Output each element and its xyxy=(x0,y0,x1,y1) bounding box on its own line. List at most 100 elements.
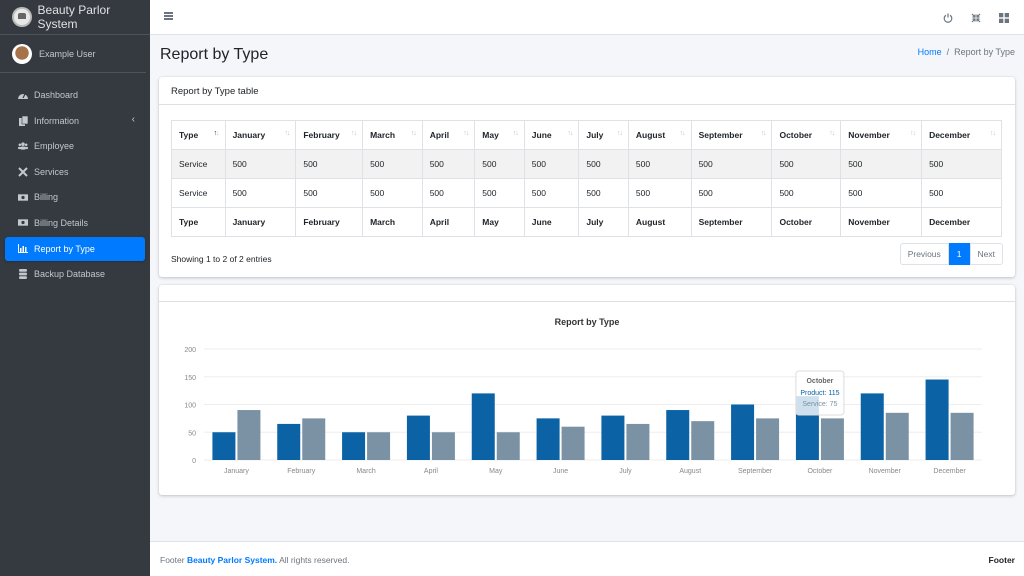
column-header-august[interactable]: August ↑↓ xyxy=(627,120,692,150)
column-header-january[interactable]: January ↑↓ xyxy=(224,120,297,150)
column-footer-november: November xyxy=(840,207,923,237)
sort-icon[interactable]: ↑↓ xyxy=(680,130,686,137)
column-header-july[interactable]: July ↑↓ xyxy=(578,120,629,150)
bar-service-september xyxy=(756,418,780,460)
table-cell: 500 xyxy=(840,178,923,208)
report-chart-card: Report by Type 0 50 100 150 200 January Februar… xyxy=(159,285,1015,495)
x-tick-label: April xyxy=(424,468,438,475)
column-header-december[interactable]: December ↑↓ xyxy=(921,120,1002,150)
tooltip-line-product: Product: 115 xyxy=(800,390,839,397)
bar-service-july xyxy=(626,423,650,460)
sidebar-item-dashboard[interactable]: Dashboard xyxy=(5,83,145,107)
column-header-april[interactable]: April ↑↓ xyxy=(421,120,476,150)
column-header-label: February xyxy=(303,130,340,140)
sidebar-item-employee[interactable]: Employee xyxy=(5,134,145,158)
previous-page-button[interactable]: Previous xyxy=(899,243,949,265)
y-tick-label: 200 xyxy=(184,347,196,354)
users-icon xyxy=(18,141,28,151)
sidebar-item-backup-database[interactable]: Backup Database xyxy=(5,262,145,286)
column-header-february[interactable]: February ↑↓ xyxy=(295,120,364,150)
x-tick-label: November xyxy=(869,468,902,475)
table-cell: 500 xyxy=(295,178,364,208)
column-header-may[interactable]: May ↑↓ xyxy=(474,120,525,150)
bar-service-november xyxy=(885,412,909,460)
footer-copyright: Footer Beauty Parlor System. All rights … xyxy=(160,555,349,565)
page-1-button[interactable]: 1 xyxy=(948,243,970,265)
bar-service-december xyxy=(950,412,974,460)
bar-service-october xyxy=(820,418,844,460)
tachometer-icon xyxy=(18,90,28,100)
sort-icon[interactable]: ↑↓ xyxy=(829,130,835,137)
user-panel[interactable]: Example User xyxy=(0,35,146,73)
sidebar-item-information[interactable]: Information ‹ xyxy=(5,109,145,133)
money-bill-icon xyxy=(18,192,28,202)
column-footer-type: Type xyxy=(171,207,226,237)
bar-product-march xyxy=(342,432,366,460)
pagination: Previous 1 Next xyxy=(899,243,1003,265)
x-tick-label: February xyxy=(287,468,316,475)
bar-service-february xyxy=(302,418,326,460)
column-header-type[interactable]: Type ↑↓ xyxy=(171,120,226,150)
x-tick-label: July xyxy=(619,468,632,475)
next-page-button[interactable]: Next xyxy=(969,243,1003,265)
grid-icon[interactable] xyxy=(990,0,1018,35)
column-header-label: June xyxy=(531,130,552,140)
column-header-september[interactable]: September ↑↓ xyxy=(690,120,773,150)
column-footer-september: September xyxy=(690,207,773,237)
sidebar-nav: Dashboard Information ‹ Employee Service… xyxy=(0,83,150,286)
sort-icon[interactable]: ↑↓ xyxy=(990,130,996,137)
breadcrumb-home-link[interactable]: Home xyxy=(918,47,942,57)
bar-product-june xyxy=(536,418,560,460)
sidebar-item-services[interactable]: Services xyxy=(5,160,145,184)
footer-brand-link[interactable]: Beauty Parlor System. xyxy=(187,555,277,565)
page-title: Report by Type xyxy=(160,46,269,63)
column-header-label: May xyxy=(482,130,499,140)
sidebar-item-billing[interactable]: Billing xyxy=(5,185,145,209)
bar-product-july xyxy=(601,415,625,460)
sort-icon[interactable]: ↑↓ xyxy=(411,130,417,137)
tools-icon xyxy=(18,167,28,177)
sort-icon[interactable]: ↑↓ xyxy=(513,130,519,137)
sort-icon[interactable]: ↑↓ xyxy=(617,130,623,137)
column-footer-july: July xyxy=(578,207,629,237)
bar-product-february xyxy=(277,423,301,460)
compress-icon[interactable] xyxy=(962,0,990,35)
sort-icon[interactable]: ↑↓ xyxy=(351,130,357,137)
sort-icon[interactable]: ↑↓ xyxy=(463,130,469,137)
column-header-november[interactable]: November ↑↓ xyxy=(840,120,923,150)
bar-service-august xyxy=(691,421,715,460)
menu-icon[interactable] xyxy=(164,12,173,20)
tooltip-line-service: Service: 75 xyxy=(802,401,837,408)
table-cell: 500 xyxy=(295,149,364,179)
power-icon[interactable] xyxy=(934,0,962,35)
column-footer-december: December xyxy=(921,207,1002,237)
database-icon xyxy=(18,269,28,280)
column-header-label: December xyxy=(929,130,971,140)
sort-icon[interactable]: ↑↓ xyxy=(760,130,766,137)
y-tick-label: 0 xyxy=(192,458,196,465)
y-tick-label: 150 xyxy=(184,375,196,382)
column-header-june[interactable]: June ↑↓ xyxy=(523,120,580,150)
brand-link[interactable]: Beauty Parlor System xyxy=(0,0,150,35)
table-row: Service 500 500 500 500 500 500 500 500 500 500 500… xyxy=(171,178,1002,208)
table-cell: 500 xyxy=(421,178,476,208)
sort-icon[interactable]: ↑↓ xyxy=(284,130,290,137)
sidebar-item-report-by-type[interactable]: Report by Type xyxy=(5,236,145,261)
sort-icon[interactable]: ↑↓ xyxy=(567,130,573,137)
table-cell: 500 xyxy=(690,149,773,179)
column-footer-may: May xyxy=(474,207,525,237)
column-header-october[interactable]: October ↑↓ xyxy=(771,120,842,150)
copy-icon xyxy=(18,115,28,126)
chart-bar-icon xyxy=(18,244,28,254)
sidebar-item-billing-details[interactable]: Billing Details xyxy=(5,211,145,235)
x-tick-label: December xyxy=(933,468,966,475)
brand-name: Beauty Parlor System xyxy=(37,3,111,31)
table-cell: 500 xyxy=(771,178,842,208)
footer-suffix: All rights reserved. xyxy=(277,555,350,565)
sort-icon[interactable]: ↑↓ xyxy=(214,130,220,137)
column-header-label: October xyxy=(779,130,813,140)
sort-icon[interactable]: ↑↓ xyxy=(910,130,916,137)
column-header-march[interactable]: March ↑↓ xyxy=(362,120,423,150)
table-cell: 500 xyxy=(224,149,297,179)
footer: Footer Beauty Parlor System. All rights … xyxy=(150,541,1024,576)
